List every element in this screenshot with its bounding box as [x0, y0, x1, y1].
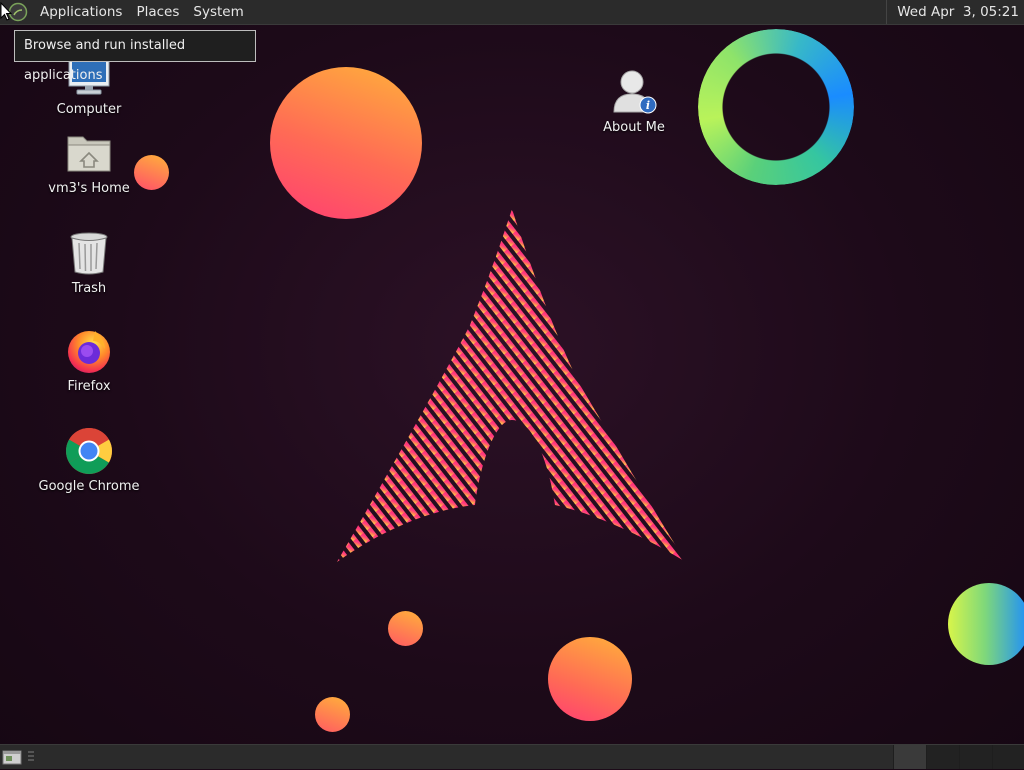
places-menu[interactable]: Places — [129, 0, 186, 24]
svg-text:i: i — [646, 99, 650, 112]
workspace-2[interactable] — [926, 745, 959, 769]
wallpaper-circle-right — [948, 583, 1024, 665]
applications-tooltip: Browse and run installed applications — [14, 30, 256, 83]
workspace-3[interactable] — [959, 745, 992, 769]
trash-label: Trash — [71, 281, 107, 296]
desktop-icon-home[interactable]: vm3's Home — [24, 129, 154, 196]
wallpaper-circle-bottom-left — [315, 697, 350, 732]
about-me-label: About Me — [603, 120, 665, 135]
firefox-icon — [65, 327, 113, 375]
firefox-label: Firefox — [67, 379, 111, 394]
home-folder-icon — [65, 129, 113, 177]
bottom-panel — [0, 744, 1024, 769]
desktop-icon-trash[interactable]: Trash — [24, 229, 154, 296]
wallpaper-circle-large — [270, 67, 422, 219]
trash-icon — [65, 229, 113, 277]
mouse-cursor-icon — [0, 2, 12, 21]
desktop-icon-chrome[interactable]: Google Chrome — [24, 427, 154, 494]
panel-drag-handle[interactable] — [28, 751, 34, 763]
chrome-icon — [65, 427, 113, 475]
desktop-icon-firefox[interactable]: Firefox — [24, 327, 154, 394]
workspace-4[interactable] — [992, 745, 1024, 769]
show-desktop-icon — [2, 750, 22, 765]
wallpaper-ring — [698, 29, 854, 185]
workspace-1[interactable] — [893, 745, 926, 769]
wallpaper-circle-bottom-large — [548, 637, 632, 721]
home-label: vm3's Home — [48, 181, 130, 196]
chrome-label: Google Chrome — [38, 479, 140, 494]
desktop-icon-about-me[interactable]: i About Me — [569, 68, 699, 135]
wallpaper-circle-bottom-small — [388, 611, 423, 646]
applications-menu[interactable]: Applications — [33, 0, 129, 24]
user-info-icon: i — [610, 68, 658, 116]
show-desktop-button[interactable] — [2, 748, 22, 766]
system-menu[interactable]: System — [186, 0, 250, 24]
computer-label: Computer — [56, 102, 122, 117]
arch-logo-icon — [337, 209, 686, 562]
top-panel: Applications Places System Wed Apr 3, 05… — [0, 0, 1024, 25]
clock[interactable]: Wed Apr 3, 05:21 — [886, 0, 1019, 24]
